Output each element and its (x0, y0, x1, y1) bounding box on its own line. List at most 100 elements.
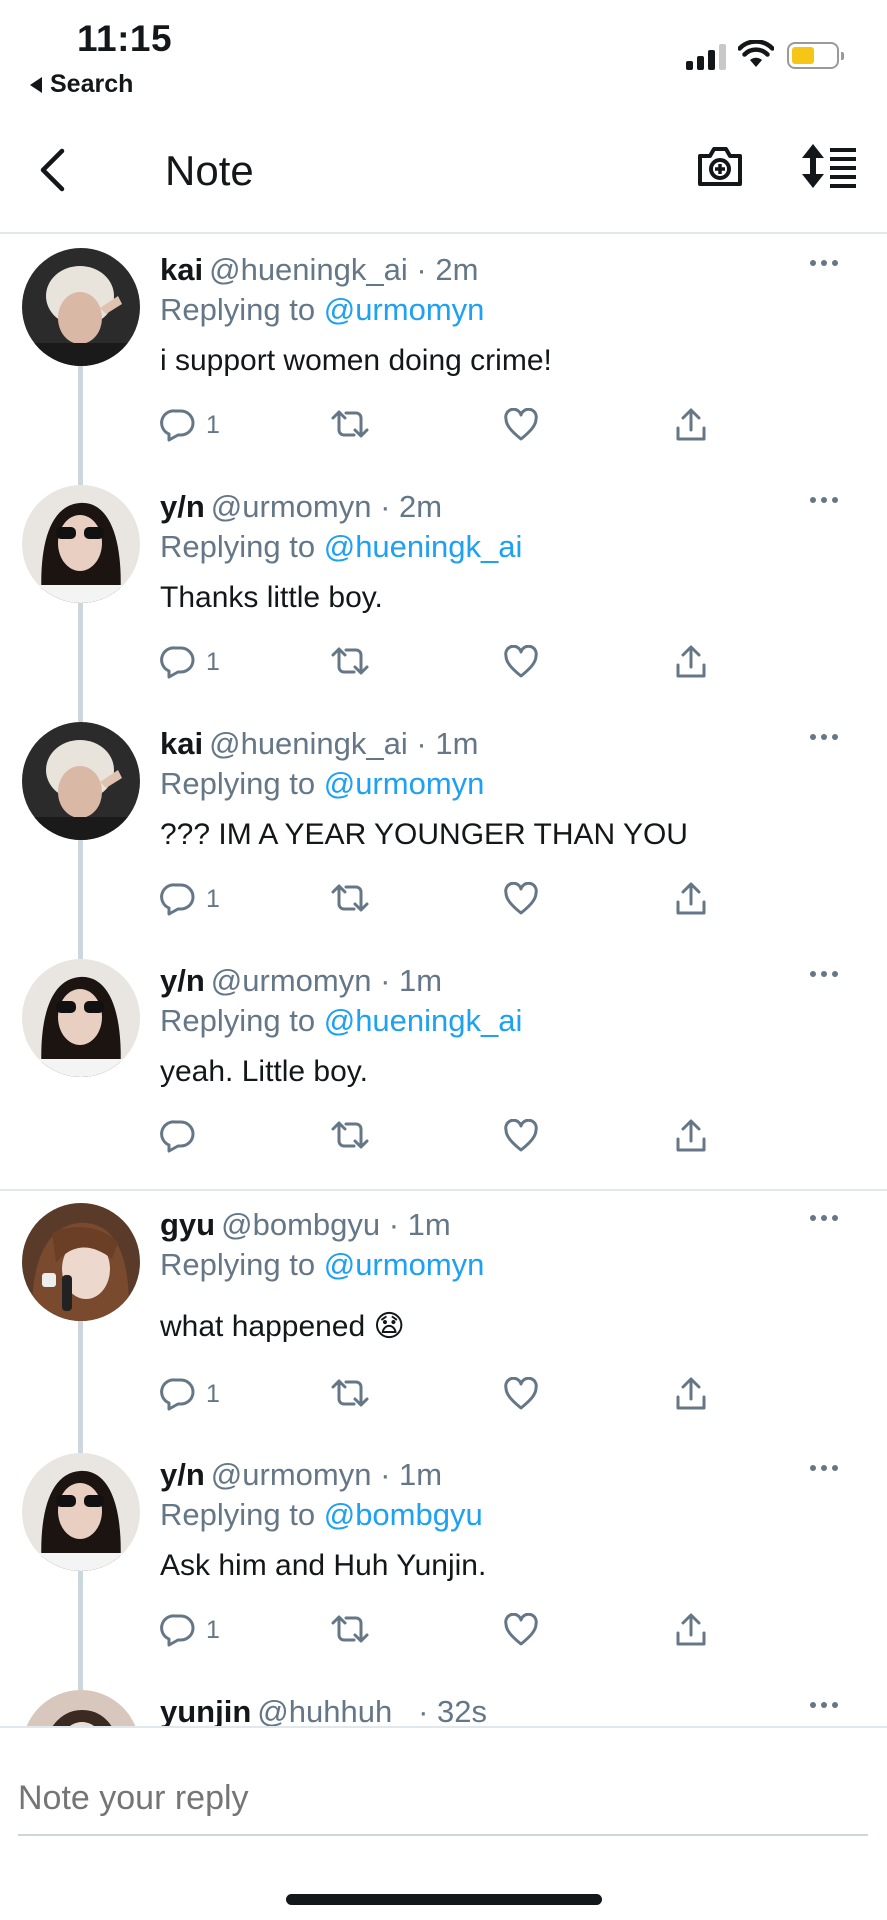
tweet[interactable]: kai @hueningk_ai · 1m Replying to @urmomy… (0, 710, 887, 947)
retweet-button[interactable] (330, 645, 370, 677)
tweet[interactable]: gyu @bombgyu · 1m Replying to @urmomyn wh… (0, 1191, 887, 1441)
like-button[interactable] (503, 645, 539, 679)
retweet-icon (331, 410, 369, 438)
tweet-time: · 1m (380, 963, 443, 998)
display-name[interactable]: kai (160, 726, 203, 761)
retweet-button[interactable] (330, 882, 370, 914)
share-button[interactable] (674, 882, 708, 916)
retweet-button[interactable] (330, 1119, 370, 1151)
reply-button[interactable]: 1 (160, 1613, 220, 1647)
replying-to-label: Replying to (160, 1497, 316, 1532)
like-button[interactable] (503, 1119, 539, 1153)
avatar[interactable] (22, 1690, 140, 1726)
display-name[interactable]: gyu (160, 1207, 215, 1242)
thread-line (78, 1441, 83, 1453)
home-indicator[interactable] (286, 1894, 602, 1905)
like-button[interactable] (503, 1613, 539, 1647)
user-handle[interactable]: @hueningk_ai (209, 252, 408, 287)
replying-to-handle[interactable]: @hueningk_ai (324, 529, 523, 564)
reply-icon (160, 1378, 195, 1411)
reply-thread[interactable]: kai @hueningk_ai · 2m Replying to @urmomy… (0, 236, 887, 1726)
user-handle[interactable]: @hueningk_ai (209, 726, 408, 761)
replying-to-handle[interactable]: @urmomyn (324, 292, 485, 327)
replying-to-handle[interactable]: @hueningk_ai (324, 1003, 523, 1038)
retweet-icon (331, 884, 369, 912)
reply-icon (160, 1614, 195, 1647)
camera-button[interactable] (695, 142, 745, 195)
share-icon (676, 1119, 706, 1152)
tweet[interactable]: kai @hueningk_ai · 2m Replying to @urmomy… (0, 236, 887, 473)
avatar[interactable] (22, 485, 140, 603)
tweet-meta: y/n @urmomyn · 1m (160, 1457, 442, 1493)
more-options-icon[interactable] (810, 1215, 840, 1225)
like-button[interactable] (503, 882, 539, 916)
avatar[interactable] (22, 248, 140, 366)
tweet-meta: y/n @urmomyn · 1m (160, 963, 442, 999)
reply-composer (0, 1726, 887, 1920)
user-handle[interactable]: @urmomyn (211, 963, 372, 998)
share-icon (676, 1377, 706, 1410)
share-icon (676, 408, 706, 441)
tweet-actions: 1 (160, 1377, 720, 1421)
avatar[interactable] (22, 1203, 140, 1321)
replying-to-handle[interactable]: @bombgyu (324, 1497, 483, 1532)
display-name[interactable]: kai (160, 252, 203, 287)
avatar[interactable] (22, 722, 140, 840)
reply-button[interactable]: 1 (160, 1377, 220, 1411)
share-icon (676, 645, 706, 678)
tweet-actions: 1 (160, 1613, 720, 1657)
thread-line (78, 840, 83, 947)
share-button[interactable] (674, 408, 708, 442)
user-handle[interactable]: @huhhuh_ (257, 1694, 409, 1726)
tweet-meta: kai @hueningk_ai · 2m (160, 252, 478, 288)
like-button[interactable] (503, 408, 539, 442)
display-name[interactable]: yunjin (160, 1694, 251, 1726)
replying-to-handle[interactable]: @urmomyn (324, 1247, 485, 1282)
display-name[interactable]: y/n (160, 489, 205, 524)
display-name[interactable]: y/n (160, 963, 205, 998)
display-name[interactable]: y/n (160, 1457, 205, 1492)
more-options-icon[interactable] (810, 497, 840, 507)
retweet-button[interactable] (330, 1613, 370, 1645)
retweet-button[interactable] (330, 1377, 370, 1409)
reply-button[interactable] (160, 1119, 206, 1153)
share-button[interactable] (674, 645, 708, 679)
back-button[interactable] (28, 146, 76, 194)
share-button[interactable] (674, 1119, 708, 1153)
replying-to: Replying to @urmomyn (160, 292, 484, 328)
share-button[interactable] (674, 1613, 708, 1647)
tweet[interactable]: y/n @urmomyn · 1m Replying to @hueningk_a… (0, 947, 887, 1191)
more-options-icon[interactable] (810, 971, 840, 981)
top-navigation-bar: Note (0, 110, 887, 234)
cellular-signal-icon (686, 44, 726, 70)
user-handle[interactable]: @bombgyu (221, 1207, 380, 1242)
like-button[interactable] (503, 1377, 539, 1411)
share-button[interactable] (674, 1377, 708, 1411)
back-to-search-link[interactable]: Search (30, 70, 133, 99)
reply-button[interactable]: 1 (160, 645, 220, 679)
replying-to-handle[interactable]: @urmomyn (324, 766, 485, 801)
reply-button[interactable]: 1 (160, 882, 220, 916)
tweet-text: yeah. Little boy. (160, 1055, 368, 1088)
avatar[interactable] (22, 959, 140, 1077)
more-options-icon[interactable] (810, 734, 840, 744)
tweet-time: · 2m (380, 489, 443, 524)
tweet[interactable]: y/n @urmomyn · 2m Replying to @hueningk_a… (0, 473, 887, 710)
tweet[interactable]: y/n @urmomyn · 1m Replying to @bombgyu As… (0, 1441, 887, 1678)
tweet-time: · 1m (388, 1207, 451, 1242)
more-options-icon[interactable] (810, 1702, 840, 1712)
sort-button[interactable] (800, 142, 860, 195)
more-options-icon[interactable] (810, 260, 840, 270)
user-handle[interactable]: @urmomyn (211, 489, 372, 524)
avatar[interactable] (22, 1453, 140, 1571)
reply-input[interactable] (18, 1762, 868, 1836)
tweet[interactable]: yunjin @huhhuh_ · 32s (0, 1678, 887, 1726)
retweet-button[interactable] (330, 408, 370, 440)
status-bar: 11:15 Search (0, 0, 887, 110)
reply-icon (160, 883, 195, 916)
tweet-text: Thanks little boy. (160, 581, 383, 614)
user-handle[interactable]: @urmomyn (211, 1457, 372, 1492)
retweet-icon (331, 1121, 369, 1149)
more-options-icon[interactable] (810, 1465, 840, 1475)
reply-button[interactable]: 1 (160, 408, 220, 442)
